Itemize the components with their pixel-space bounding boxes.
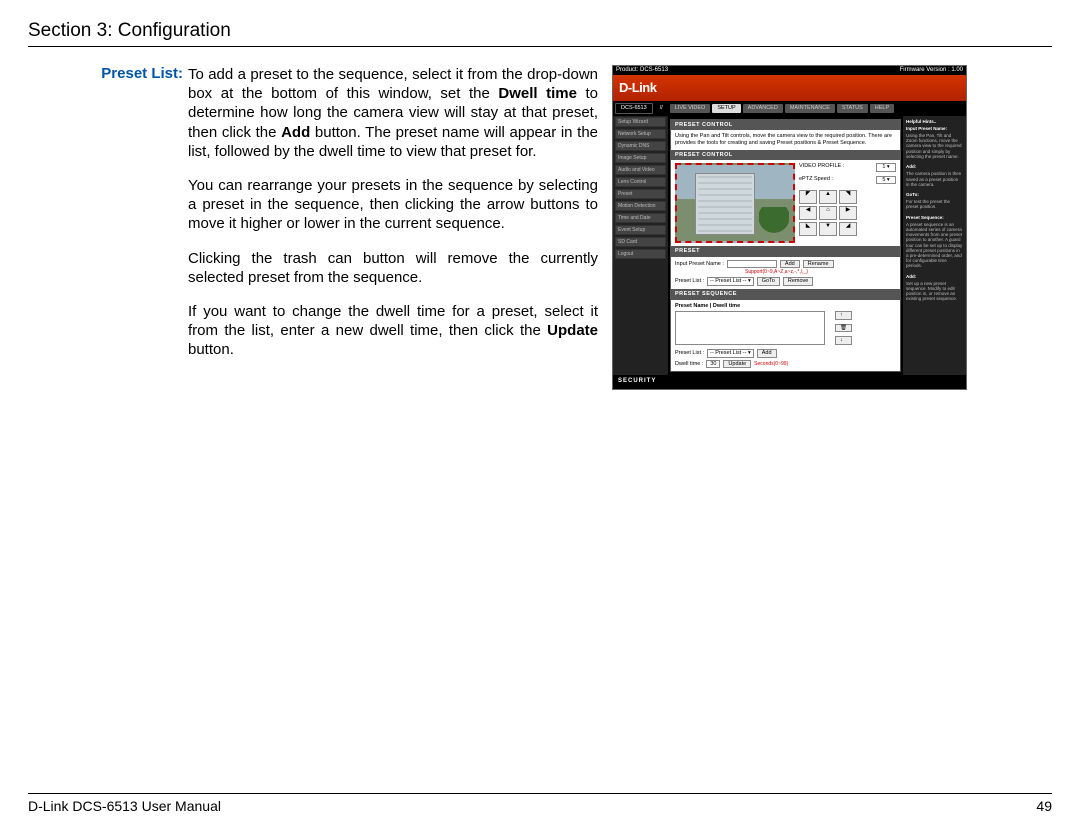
- preset-name-input[interactable]: [727, 260, 777, 268]
- video-profile-label: VIDEO PROFILE :: [799, 163, 844, 172]
- help4: A preset sequence is an automated series…: [906, 222, 962, 268]
- sidebar-item-ddns[interactable]: Dynamic DNS: [615, 141, 666, 151]
- sidebar: Setup Wizard Network Setup Dynamic DNS I…: [613, 116, 668, 376]
- product-label: Product: DCS-6513: [616, 67, 668, 74]
- p3: Clicking the trash can button will remov…: [188, 249, 598, 287]
- p2: You can rearrange your presets in the se…: [188, 176, 598, 234]
- footer-right: 49: [1036, 798, 1052, 814]
- p4c: button.: [188, 341, 234, 358]
- help5-h: Add:: [906, 274, 963, 279]
- pad-ur-icon[interactable]: ◥: [839, 190, 857, 204]
- ptz-pad: ◤ ▲ ◥ ◀ ⌂ ▶ ◣ ▼ ◢: [799, 190, 896, 236]
- goto-button[interactable]: GoTo: [757, 277, 780, 286]
- model-tab[interactable]: DCS-6513: [615, 103, 653, 114]
- dwell-label: Dwell time :: [675, 361, 703, 368]
- panel-sequence-head: PRESET SEQUENCE: [671, 289, 900, 300]
- shot-footer: SECURITY: [613, 375, 966, 388]
- sidebar-item-event[interactable]: Event Setup: [615, 225, 666, 235]
- add-button[interactable]: Add: [780, 260, 800, 269]
- help3: For test the preset the preset position.: [906, 199, 950, 209]
- pad-dl-icon[interactable]: ◣: [799, 222, 817, 236]
- rule-top: [28, 46, 1052, 47]
- sidebar-item-motion[interactable]: Motion Detection: [615, 201, 666, 211]
- help1: Using the Pan, Tilt and Zoom functions, …: [906, 133, 962, 159]
- sidebar-item-sd[interactable]: SD Card: [615, 237, 666, 247]
- seq-preset-label: Preset List :: [675, 350, 704, 357]
- help1-h: Input Preset Name:: [906, 126, 963, 131]
- sidebar-item-wizard[interactable]: Setup Wizard: [615, 117, 666, 127]
- tree-graphic: [759, 207, 789, 241]
- help2-h: Add:: [906, 164, 963, 169]
- preset-list-select[interactable]: -- Preset List -- ▾: [707, 277, 754, 286]
- tab-advanced[interactable]: ADVANCED: [743, 104, 783, 113]
- body-text: To add a preset to the sequence, select …: [188, 65, 598, 359]
- panel-intro-text: Using the Pan and Tilt controls, move th…: [671, 130, 900, 149]
- sidebar-item-lens[interactable]: Lens Control: [615, 177, 666, 187]
- tab-status[interactable]: STATUS: [837, 104, 868, 113]
- tab-live-video[interactable]: LIVE VIDEO: [670, 104, 711, 113]
- trash-icon[interactable]: 🗑: [835, 324, 852, 333]
- tab-help[interactable]: HELP: [870, 104, 894, 113]
- eptz-label: ePTZ Speed :: [799, 176, 833, 185]
- p1d: Add: [281, 124, 310, 141]
- building-graphic: [695, 173, 755, 235]
- seq-preset-select[interactable]: -- Preset List -- ▾: [707, 349, 754, 358]
- section-title: Section 3: Configuration: [28, 20, 1052, 42]
- move-down-icon[interactable]: ↓: [835, 336, 852, 345]
- p4a: If you want to change the dwell time for…: [188, 303, 598, 339]
- sidebar-item-time[interactable]: Time and Date: [615, 213, 666, 223]
- help-panel: Helpful Hints.. Input Preset Name: Using…: [903, 116, 966, 376]
- brand-logo: D-Link: [619, 80, 656, 96]
- panel-control-head: PRESET CONTROL: [671, 150, 900, 161]
- tab-setup[interactable]: SETUP: [712, 104, 740, 113]
- seq-columns: Preset Name | Dwell time: [675, 303, 896, 310]
- eptz-select[interactable]: 5 ▾: [876, 176, 896, 185]
- dwell-input[interactable]: 30: [706, 360, 720, 369]
- firmware-label: Firmware Version : 1.00: [900, 67, 963, 74]
- panel-preset-head: PRESET: [671, 246, 900, 257]
- rule-bottom: [28, 793, 1052, 794]
- tab-maintenance[interactable]: MAINTENANCE: [785, 104, 835, 113]
- sidebar-item-preset[interactable]: Preset: [615, 189, 666, 199]
- sidebar-item-network[interactable]: Network Setup: [615, 129, 666, 139]
- footer-left: D-Link DCS-6513 User Manual: [28, 798, 221, 814]
- field-label: Preset List:: [28, 65, 183, 82]
- help4-h: Preset Sequence:: [906, 215, 963, 220]
- pad-left-icon[interactable]: ◀: [799, 206, 817, 220]
- p4b: Update: [547, 322, 598, 339]
- preset-list-label: Preset List :: [675, 278, 704, 285]
- pad-dr-icon[interactable]: ◢: [839, 222, 857, 236]
- update-button[interactable]: Update: [723, 360, 751, 369]
- help3-h: GoTo:: [906, 192, 963, 197]
- pad-up-icon[interactable]: ▲: [819, 190, 837, 204]
- pad-right-icon[interactable]: ▶: [839, 206, 857, 220]
- tab-separator: //: [655, 104, 668, 113]
- move-up-icon[interactable]: ↑: [835, 311, 852, 320]
- pad-home-icon[interactable]: ⌂: [819, 206, 837, 220]
- support-text: Support(0~9,A~Z,a~z,-,*,/,_): [745, 269, 896, 275]
- input-preset-label: Input Preset Name :: [675, 261, 724, 268]
- p1b: Dwell time: [498, 85, 577, 102]
- help5: Set up a new preset sequence. Modify to …: [906, 281, 957, 302]
- help-head: Helpful Hints..: [906, 119, 963, 124]
- camera-view[interactable]: [675, 163, 795, 243]
- pad-ul-icon[interactable]: ◤: [799, 190, 817, 204]
- rename-button[interactable]: Rename: [803, 260, 834, 269]
- remove-button[interactable]: Remove: [783, 277, 813, 286]
- sidebar-item-logout[interactable]: Logout: [615, 249, 666, 259]
- video-profile-select[interactable]: 1 ▾: [876, 163, 896, 172]
- panel-intro-head: PRESET CONTROL: [671, 120, 900, 131]
- embedded-screenshot: Product: DCS-6513 Firmware Version : 1.0…: [612, 65, 967, 390]
- seq-add-button[interactable]: Add: [757, 349, 777, 358]
- main-panel: PRESET CONTROL Using the Pan and Tilt co…: [670, 119, 901, 373]
- sidebar-item-image[interactable]: Image Setup: [615, 153, 666, 163]
- sidebar-item-av[interactable]: Audio and Video: [615, 165, 666, 175]
- help2: The camera position is then saved as a p…: [906, 171, 961, 186]
- pad-down-icon[interactable]: ▼: [819, 222, 837, 236]
- sequence-listbox[interactable]: [675, 311, 825, 345]
- seconds-text: Seconds(0~99): [754, 361, 788, 367]
